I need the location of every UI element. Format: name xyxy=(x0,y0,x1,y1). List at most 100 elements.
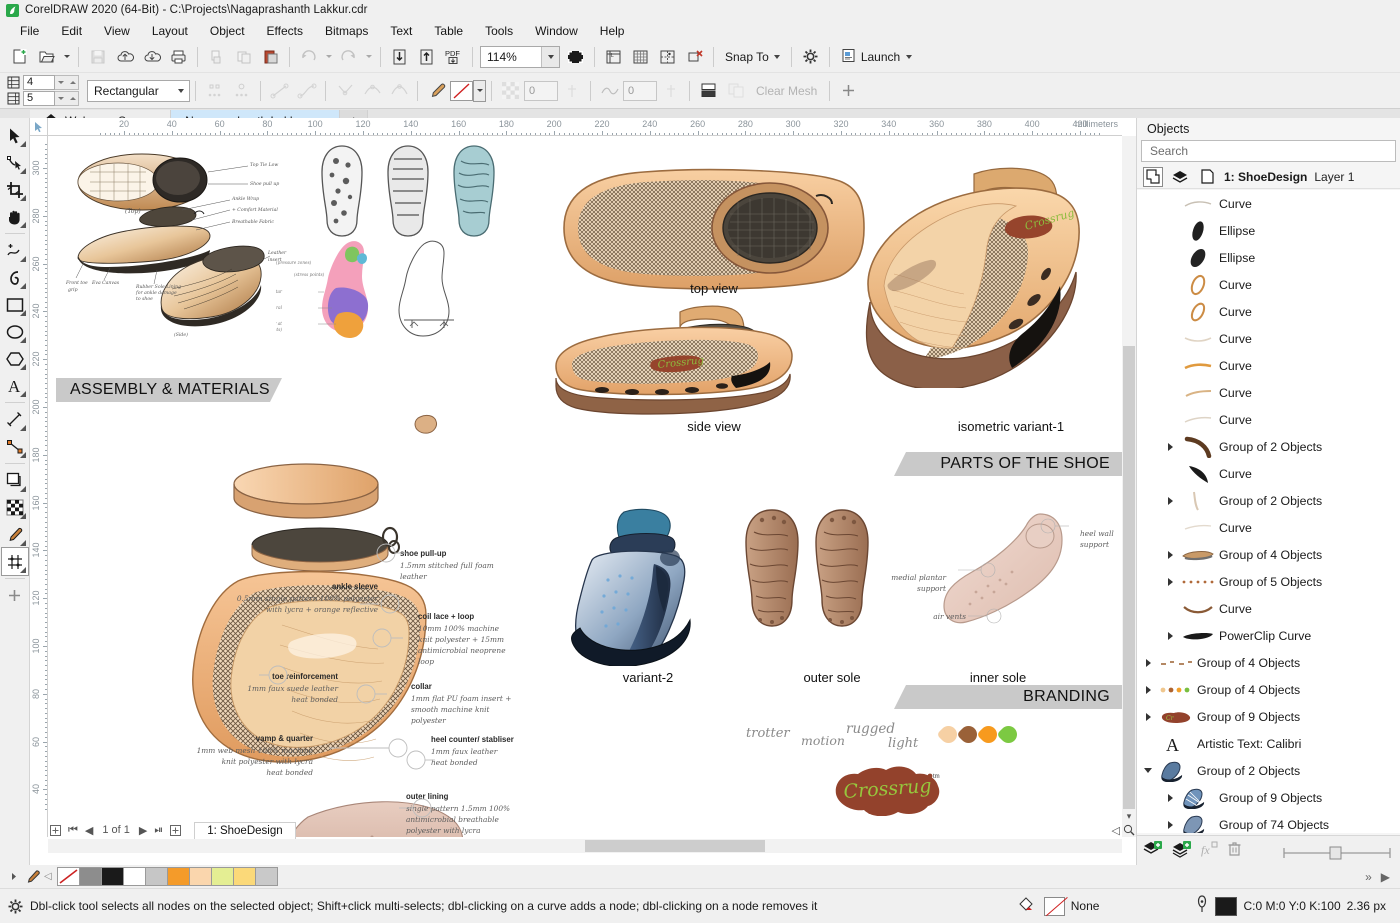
page-navigator[interactable]: ⏮ ◀ 1 of 1 ▶ ⏯ 1: ShoeDesign xyxy=(48,821,296,839)
shape-tool-flyout-icon[interactable] xyxy=(20,168,26,174)
add-page-before-icon[interactable] xyxy=(48,825,63,836)
transparency-value-input[interactable]: 0 xyxy=(524,81,558,101)
menu-bitmaps[interactable]: Bitmaps xyxy=(314,22,379,40)
snap-to-dropdown[interactable]: Snap To xyxy=(719,44,786,70)
make-node-smooth-icon[interactable] xyxy=(358,78,385,104)
shoe-side-view[interactable]: Crossrug xyxy=(546,294,816,419)
artistic-media-tool[interactable] xyxy=(2,264,28,291)
cut-icon[interactable] xyxy=(203,44,230,70)
tread-pattern-sketches[interactable] xyxy=(318,141,508,241)
launch-dropdown[interactable]: Launch xyxy=(835,44,918,70)
color-palette-strip[interactable]: ◁ » ▶ xyxy=(0,865,1400,888)
freehand-tool[interactable] xyxy=(2,237,28,264)
fill-status[interactable]: None xyxy=(1018,896,1100,917)
publish-to-cloud-icon[interactable] xyxy=(111,44,138,70)
object-list-row[interactable]: Group of 74 Objects xyxy=(1137,811,1400,833)
expand-triangle-icon[interactable] xyxy=(1163,632,1177,640)
crop-tool-flyout-icon[interactable] xyxy=(20,195,26,201)
polygon-tool[interactable] xyxy=(2,345,28,372)
outline-color-dropdown-icon[interactable] xyxy=(473,80,486,102)
export-pdf-icon[interactable]: PDF xyxy=(440,44,467,70)
foot-anatomy-diagram[interactable]: (pressure zones) (stress points) medial … xyxy=(276,236,476,341)
clear-mesh-preview-icon[interactable] xyxy=(722,78,749,104)
shoe-top-view[interactable] xyxy=(548,166,868,291)
grid-rows-spin-buttons[interactable] xyxy=(55,75,79,90)
menu-bar[interactable]: File Edit View Layout Object Effects Bit… xyxy=(0,20,1400,41)
launch-caret-icon[interactable] xyxy=(906,55,912,59)
palette-expand-icon[interactable] xyxy=(6,872,22,881)
transparency-tool[interactable] xyxy=(2,494,28,521)
pan-tool[interactable] xyxy=(2,203,28,230)
smoothing-spin-icon[interactable] xyxy=(657,78,684,104)
color-eyedropper-tool[interactable] xyxy=(2,521,28,548)
smoothing-value-input[interactable]: 0 xyxy=(623,81,657,101)
object-list-row[interactable]: CrGroup of 9 Objects xyxy=(1137,703,1400,730)
expand-triangle-icon[interactable] xyxy=(1163,497,1177,505)
mesh-fill-tool[interactable] xyxy=(2,548,28,575)
rectangle-tool[interactable] xyxy=(2,291,28,318)
expand-triangle-icon[interactable] xyxy=(1163,794,1177,802)
shape-tool[interactable] xyxy=(2,149,28,176)
object-list-row[interactable]: Curve xyxy=(1137,352,1400,379)
object-list-row[interactable]: Curve xyxy=(1137,460,1400,487)
canvas-vertical-scrollbar[interactable] xyxy=(1122,136,1136,837)
convert-to-line-icon[interactable] xyxy=(266,78,293,104)
object-list-row[interactable]: Curve xyxy=(1137,325,1400,352)
status-gear-icon[interactable] xyxy=(0,898,30,915)
rectangle-tool-flyout-icon[interactable] xyxy=(20,310,26,316)
expand-triangle-icon[interactable] xyxy=(1141,713,1155,721)
show-rulers-icon[interactable]: L xyxy=(600,44,627,70)
expand-triangle-icon[interactable] xyxy=(1163,821,1177,829)
layer-opacity-slider[interactable] xyxy=(1282,846,1392,856)
open-document-icon[interactable] xyxy=(33,44,60,70)
object-list-row[interactable]: Group of 4 Objects xyxy=(1137,676,1400,703)
new-master-layer-icon[interactable] xyxy=(1172,840,1192,861)
object-list-row[interactable]: Curve xyxy=(1137,379,1400,406)
undo-icon[interactable] xyxy=(295,44,322,70)
pan-tool-flyout-icon[interactable] xyxy=(20,222,26,228)
parallel-dimension-tool[interactable] xyxy=(2,406,28,433)
palette-swatch-gray[interactable] xyxy=(79,867,102,886)
outline-color-swatch[interactable] xyxy=(450,81,473,101)
docker-layer-name[interactable]: 1: ShoeDesign xyxy=(1224,170,1307,184)
object-list-row[interactable]: AArtistic Text: Calibri xyxy=(1137,730,1400,757)
menu-view[interactable]: View xyxy=(93,22,141,40)
mesh-type-select[interactable]: Rectangular xyxy=(87,80,190,102)
object-list-row[interactable]: Curve xyxy=(1137,406,1400,433)
options-gear-icon[interactable] xyxy=(797,44,824,70)
object-manager-icon[interactable] xyxy=(1143,167,1163,187)
palette-swatch-peach[interactable] xyxy=(189,867,212,886)
transparency-spin-icon[interactable] xyxy=(558,78,585,104)
vertical-ruler[interactable]: 300280260240220200180160140120100806040 xyxy=(30,136,48,837)
object-list-row[interactable]: Group of 4 Objects xyxy=(1137,541,1400,568)
import-from-cloud-icon[interactable] xyxy=(138,44,165,70)
menu-effects[interactable]: Effects xyxy=(256,22,314,40)
add-page-after-icon[interactable] xyxy=(168,825,183,836)
objects-search-input[interactable]: Search xyxy=(1141,140,1396,162)
object-list-row[interactable]: Group of 9 Objects xyxy=(1137,784,1400,811)
connector-tool-flyout-icon[interactable] xyxy=(20,452,26,458)
menu-edit[interactable]: Edit xyxy=(50,22,93,40)
clear-mesh-label[interactable]: Clear Mesh xyxy=(749,84,824,98)
palette-swatch-black[interactable] xyxy=(101,867,124,886)
shadow-tool-flyout-icon[interactable] xyxy=(20,486,26,492)
grid-size-spinners[interactable]: 4 5 xyxy=(6,75,79,107)
fill-swatch-none[interactable] xyxy=(1044,897,1065,916)
menu-window[interactable]: Window xyxy=(524,22,589,40)
crossrug-logo[interactable]: Crossrug tm xyxy=(830,764,950,816)
palette-swatch-lightgray[interactable] xyxy=(145,867,168,886)
menu-layout[interactable]: Layout xyxy=(141,22,199,40)
text-tool-flyout-icon[interactable] xyxy=(20,391,26,397)
show-grid-icon[interactable] xyxy=(627,44,654,70)
menu-help[interactable]: Help xyxy=(589,22,636,40)
add-toolbar-item-icon[interactable] xyxy=(835,78,862,104)
dimension-tool-flyout-icon[interactable] xyxy=(20,425,26,431)
expand-triangle-icon[interactable] xyxy=(1163,578,1177,586)
fullscreen-preview-icon[interactable] xyxy=(562,44,589,70)
import-icon[interactable] xyxy=(386,44,413,70)
expand-triangle-icon[interactable] xyxy=(1141,659,1155,667)
object-list-row[interactable]: Curve xyxy=(1137,298,1400,325)
canvas-vertical-scroll-thumb[interactable] xyxy=(1123,346,1135,836)
outline-status[interactable]: C:0 M:0 Y:0 K:100 2.36 px xyxy=(1195,895,1386,917)
snap-to-caret-icon[interactable] xyxy=(774,55,780,59)
